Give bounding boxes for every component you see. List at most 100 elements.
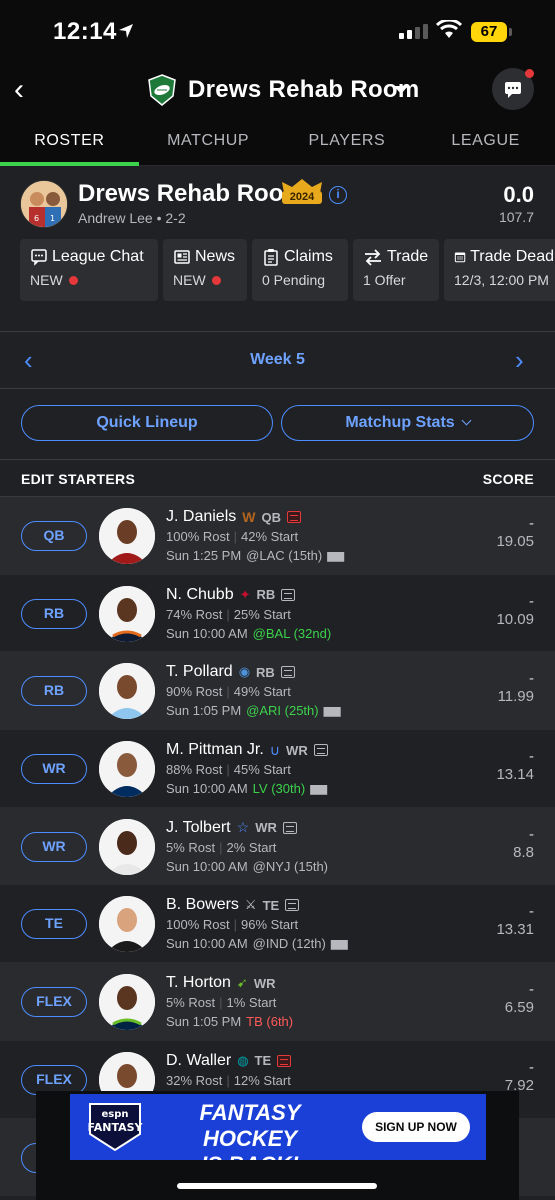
news-icon[interactable] — [280, 666, 295, 679]
player-score: - — [529, 825, 534, 843]
news-alert-icon[interactable] — [277, 1054, 292, 1067]
claims-status: 0 Pending — [262, 272, 326, 288]
week-label[interactable]: Week 5 — [0, 351, 555, 369]
player-name[interactable]: M. Pittman Jr. — [166, 741, 264, 759]
next-week-chevron-icon[interactable]: › — [515, 346, 524, 374]
team-summary: 61 Drews Rehab Room 2024 i Andrew Lee • … — [0, 166, 555, 330]
player-headshot[interactable] — [99, 663, 155, 720]
news-label: News — [195, 248, 236, 265]
player-row[interactable]: TE B. Bowers ⚔ TE 100% Rost | 96% Start Sun … — [0, 885, 555, 964]
player-projection: 13.14 — [496, 766, 534, 784]
player-name[interactable]: T. Horton — [166, 974, 231, 992]
team-avatar[interactable]: 61 — [20, 180, 68, 228]
start-percent: 12% Start — [233, 1072, 291, 1088]
player-name[interactable]: T. Pollard — [166, 663, 233, 681]
edit-starters-link[interactable]: EDIT STARTERS — [21, 471, 135, 487]
player-row[interactable]: RB N. Chubb ✦ RB 74% Rost | 25% Start Sun 10… — [0, 574, 555, 653]
news-icon[interactable] — [313, 744, 328, 757]
player-position: WR — [255, 820, 277, 836]
player-headshot[interactable] — [99, 818, 155, 875]
player-score: - — [529, 981, 534, 999]
start-percent: 25% Start — [233, 606, 291, 622]
news-card[interactable]: News NEW — [163, 239, 247, 301]
tab-matchup[interactable]: MATCHUP — [139, 120, 278, 165]
opponent: @IND (12th) — [252, 936, 326, 952]
home-indicator[interactable] — [177, 1183, 377, 1189]
ad-signup-button[interactable]: SIGN UP NOW — [362, 1112, 470, 1142]
status-bar: 12:14 67 — [0, 0, 555, 62]
player-headshot[interactable] — [99, 508, 155, 564]
player-headshot[interactable] — [99, 585, 155, 642]
battery-tip — [509, 28, 512, 36]
weather-icon: ▆▆ — [323, 705, 341, 718]
player-name[interactable]: D. Waller — [166, 1052, 231, 1070]
raiders-logo-icon: ⚔ — [244, 897, 257, 913]
info-icon[interactable]: i — [329, 186, 347, 204]
claims-card[interactable]: Claims 0 Pending — [252, 239, 348, 301]
messages-button[interactable] — [492, 68, 534, 110]
game-time: Sun 1:25 PM — [166, 548, 242, 563]
back-chevron-icon[interactable]: ‹ — [14, 75, 34, 105]
app-header: ‹ Drews Rehab Room — [0, 62, 555, 120]
news-icon[interactable] — [282, 821, 297, 834]
player-row[interactable]: WR J. Tolbert ☆ WR 5% Rost | 2% Start Sun 10… — [0, 807, 555, 886]
roster-percent: 32% Rost — [166, 1072, 223, 1088]
player-score: - — [529, 592, 534, 610]
player-name[interactable]: N. Chubb — [166, 586, 234, 604]
main-tabs: ROSTER MATCHUP PLAYERS LEAGUE — [0, 120, 555, 166]
matchup-stats-button[interactable]: Matchup Stats — [281, 405, 534, 441]
tab-league[interactable]: LEAGUE — [416, 120, 555, 165]
player-headshot[interactable] — [99, 896, 155, 953]
player-row[interactable]: WR M. Pittman Jr. ∪ WR 88% Rost | 45% Start … — [0, 730, 555, 808]
player-headshot[interactable] — [99, 741, 155, 798]
team-score: 0.0 — [503, 182, 534, 207]
player-position: WR — [286, 742, 308, 758]
tab-roster[interactable]: ROSTER — [0, 120, 139, 166]
battery-indicator: 67 — [471, 22, 507, 42]
player-position: RB — [256, 587, 276, 603]
league-chat-card[interactable]: League Chat NEW — [20, 239, 158, 301]
player-row[interactable]: FLEX T. Horton ➹ WR 5% Rost | 1% Start Sun 1… — [0, 963, 555, 1041]
player-row[interactable]: QB J. Daniels W QB 100% Rost | 42% Start Sun… — [0, 497, 555, 575]
slot-button[interactable]: RB — [21, 598, 87, 629]
ad-brand-top: espn — [101, 1109, 128, 1120]
news-alert-icon[interactable] — [286, 511, 301, 523]
news-status: NEW — [173, 272, 206, 288]
newspaper-icon — [174, 250, 190, 264]
quick-lineup-button[interactable]: Quick Lineup — [21, 405, 273, 441]
player-row[interactable]: RB T. Pollard ◉ RB 90% Rost | 49% Start Sun … — [0, 652, 555, 731]
player-headshot[interactable] — [99, 974, 155, 1031]
team-owner-record: Andrew Lee • 2-2 — [78, 210, 186, 226]
score-column-header: SCORE — [482, 471, 534, 487]
slot-button[interactable]: WR — [21, 831, 87, 862]
slot-button[interactable]: RB — [21, 676, 87, 707]
roster-percent: 74% Rost — [166, 606, 223, 622]
player-position: TE — [254, 1053, 272, 1069]
trade-deadline-card[interactable]: Trade Dead 12/3, 12:00 PM — [444, 239, 555, 301]
slot-button[interactable]: WR — [21, 754, 87, 785]
espn-fantasy-logo-icon: espn FANTASY — [86, 1100, 144, 1152]
news-icon[interactable] — [281, 588, 296, 601]
start-percent: 2% Start — [226, 839, 277, 855]
game-time: Sun 1:05 PM — [166, 1014, 242, 1030]
slot-button[interactable]: TE — [21, 909, 87, 940]
start-percent: 42% Start — [240, 529, 299, 544]
player-position: RB — [256, 664, 275, 680]
player-name[interactable]: B. Bowers — [166, 896, 239, 914]
slot-button[interactable]: QB — [21, 521, 87, 551]
claims-label: Claims — [284, 248, 333, 265]
player-name[interactable]: J. Tolbert — [166, 819, 231, 837]
trade-card[interactable]: Trade 1 Offer — [353, 239, 439, 301]
slot-button[interactable]: FLEX — [21, 987, 87, 1018]
ad-creative[interactable]: espnFANTASY FANTASY HOCKEYIS BACK! SIGN … — [70, 1094, 486, 1160]
chat-icon — [31, 249, 47, 266]
roster-percent: 100% Rost — [166, 917, 230, 933]
player-name[interactable]: J. Daniels — [166, 508, 236, 526]
cowboys-star-icon: ☆ — [236, 819, 250, 836]
ad-headline: FANTASY HOCKEYIS BACK! — [165, 1100, 335, 1160]
tab-players[interactable]: PLAYERS — [278, 120, 417, 165]
league-title[interactable]: Drews Rehab Room — [188, 76, 420, 104]
news-icon[interactable] — [285, 899, 300, 912]
game-time: Sun 10:00 AM — [166, 625, 248, 641]
league-dropdown-caret-icon[interactable] — [394, 86, 408, 94]
